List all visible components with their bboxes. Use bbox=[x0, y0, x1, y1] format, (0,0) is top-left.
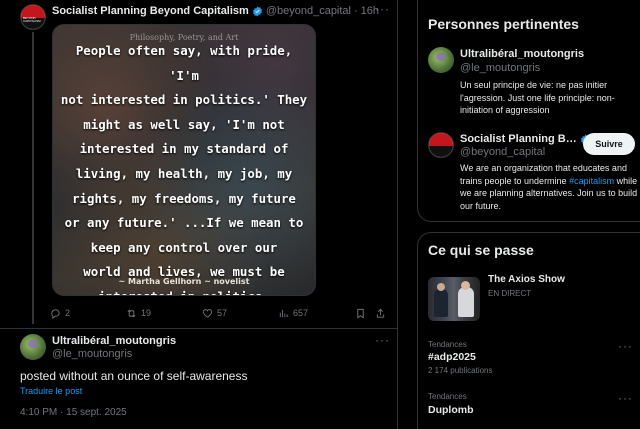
trend-count: 2 174 publications bbox=[428, 366, 493, 375]
thread-connector bbox=[32, 32, 34, 324]
live-status: EN DIRECT bbox=[488, 289, 532, 298]
quote-line: might as well say, 'I'm not bbox=[83, 116, 285, 132]
author-handle[interactable]: @beyond_capital bbox=[266, 5, 351, 17]
person-bio: Un seul principe de vie: ne pas initier … bbox=[460, 80, 615, 115]
avatar[interactable] bbox=[428, 47, 454, 73]
quote-line: not interested in politics.' They bbox=[60, 92, 308, 108]
views-count: 657 bbox=[293, 308, 309, 318]
quote-line: interested in my standard of bbox=[79, 141, 289, 157]
more-icon[interactable]: ··· bbox=[375, 333, 390, 347]
author-name[interactable]: Ultralibéral_moutongris bbox=[52, 335, 176, 347]
person-name-row: Ultralibéral_moutongris bbox=[460, 48, 584, 60]
quote-line: or any future.' ...If we mean to bbox=[64, 215, 304, 231]
quote-line: living, my health, my job, my bbox=[75, 165, 293, 181]
post-header: Ultralibéral_moutongris bbox=[52, 335, 176, 347]
image-author: ~ Martha Gellhorn ~ novelist bbox=[118, 277, 250, 286]
person-bio: We are an organization that educates and… bbox=[460, 162, 640, 212]
person-name-row: Socialist Planning B… bbox=[460, 133, 594, 145]
relevant-people-panel: Personnes pertinentes Ultralibéral_mouto… bbox=[417, 0, 640, 222]
like-button[interactable]: 57 bbox=[202, 308, 227, 319]
image-quote: People often say, with pride, 'I'm not i… bbox=[53, 39, 315, 295]
avatar[interactable]: BEYOND CAPITALISM bbox=[20, 4, 46, 30]
follow-button[interactable]: Suivre bbox=[583, 133, 635, 155]
reply-button[interactable]: 2 bbox=[50, 308, 70, 319]
panel-title: Ce qui se passe bbox=[428, 242, 534, 258]
whats-happening-panel: Ce qui se passe The Axios Show EN DIRECT… bbox=[417, 232, 640, 429]
trend-name[interactable]: #adp2025 bbox=[428, 351, 476, 363]
person-handle-row: @le_moutongris bbox=[460, 62, 540, 74]
author-handle[interactable]: @le_moutongris bbox=[52, 348, 132, 360]
trend-name[interactable]: Duplomb bbox=[428, 404, 474, 416]
post-handle-row: @le_moutongris bbox=[52, 348, 132, 360]
person-handle[interactable]: @le_moutongris bbox=[460, 62, 540, 74]
hashtag-link[interactable]: #capitalism bbox=[569, 176, 614, 186]
avatar-logo-text: BEYOND CAPITALISM bbox=[23, 16, 41, 23]
avatar[interactable] bbox=[20, 334, 46, 360]
reply-count: 2 bbox=[65, 308, 71, 318]
quoted-post[interactable]: BEYOND CAPITALISM Socialist Planning Bey… bbox=[0, 0, 397, 328]
person-name[interactable]: Ultralibéral_moutongris bbox=[460, 48, 584, 60]
like-count: 57 bbox=[217, 308, 228, 318]
reply-icon bbox=[51, 308, 60, 319]
panel-title: Personnes pertinentes bbox=[428, 16, 579, 32]
translate-link[interactable]: Traduire le post bbox=[20, 386, 82, 396]
retweet-count: 19 bbox=[141, 308, 152, 318]
bookmark-icon bbox=[357, 308, 364, 318]
more-icon[interactable]: ··· bbox=[375, 2, 390, 16]
views-icon bbox=[279, 309, 288, 317]
post-image[interactable]: Philosophy, Poetry, and Art People often… bbox=[52, 24, 316, 296]
share-icon bbox=[376, 308, 385, 318]
retweet-icon bbox=[127, 309, 136, 317]
quote-line: keep any control over our bbox=[90, 239, 278, 255]
more-icon[interactable]: ··· bbox=[618, 339, 633, 353]
person-handle[interactable]: @beyond_capital bbox=[460, 146, 545, 158]
post-header: Socialist Planning Beyond Capitalism @be… bbox=[52, 5, 379, 17]
person-handle-row: @beyond_capital bbox=[460, 146, 545, 158]
trend-category: Tendances bbox=[428, 392, 467, 401]
bookmark-button[interactable] bbox=[355, 308, 366, 319]
separator-dot: · bbox=[354, 5, 358, 17]
views-button[interactable]: 657 bbox=[278, 308, 308, 319]
like-icon bbox=[202, 308, 213, 318]
avatar[interactable] bbox=[428, 132, 454, 158]
quote-line: interested in politics. bbox=[59, 285, 309, 295]
post-text: posted without an ounce of self-awarenes… bbox=[20, 369, 248, 383]
verified-icon bbox=[252, 5, 262, 17]
trend-category: Tendances bbox=[428, 340, 467, 349]
retweet-button[interactable]: 19 bbox=[126, 308, 151, 319]
more-icon[interactable]: ··· bbox=[618, 391, 633, 405]
live-thumbnail[interactable] bbox=[428, 277, 480, 321]
live-title[interactable]: The Axios Show bbox=[488, 274, 565, 285]
post-timestamp[interactable]: 4:10 PM · 15 sept. 2025 bbox=[20, 407, 127, 418]
author-name[interactable]: Socialist Planning Beyond Capitalism bbox=[52, 5, 249, 17]
timeline-column: BEYOND CAPITALISM Socialist Planning Bey… bbox=[0, 0, 398, 429]
post-divider bbox=[0, 328, 398, 329]
share-button[interactable] bbox=[375, 308, 386, 319]
quote-line: People often say, with pride, 'I'm bbox=[75, 43, 293, 83]
post-actions: 2 19 57 657 bbox=[50, 305, 390, 321]
quote-line: rights, my freedoms, my future bbox=[72, 190, 296, 206]
person-name[interactable]: Socialist Planning B… bbox=[460, 133, 577, 145]
